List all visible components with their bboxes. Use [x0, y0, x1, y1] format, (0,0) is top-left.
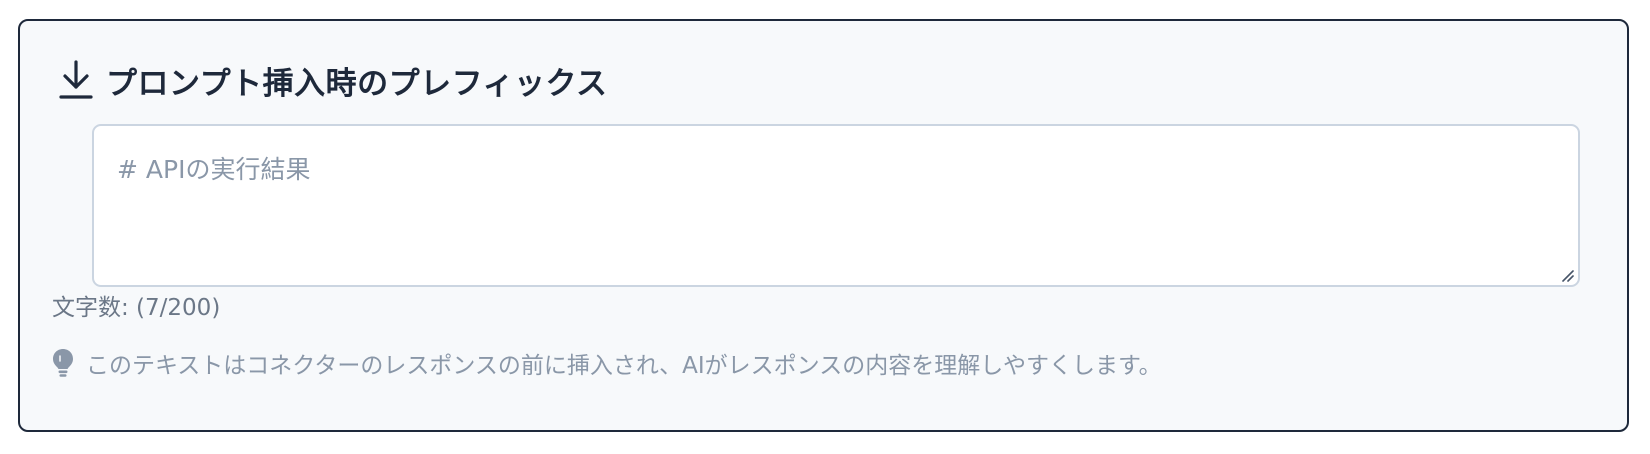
section-header: プロンプト挿入時のプレフィックス	[58, 59, 608, 102]
prefix-textarea-container	[92, 124, 1580, 287]
hint-row: このテキストはコネクターのレスポンスの前に挿入され、AIがレスポンスの内容を理解…	[52, 346, 1162, 380]
prefix-textarea[interactable]	[94, 126, 1578, 285]
lightbulb-icon	[52, 348, 74, 378]
download-arrow-icon	[58, 59, 94, 101]
hint-text: このテキストはコネクターのレスポンスの前に挿入され、AIがレスポンスの内容を理解…	[86, 353, 1162, 379]
prefix-settings-card: プロンプト挿入時のプレフィックス 文字数: (7/200) このテキストはコネク…	[18, 19, 1629, 432]
resize-handle-icon[interactable]	[1560, 267, 1574, 282]
char-count: 文字数: (7/200)	[52, 295, 221, 321]
section-title: プロンプト挿入時のプレフィックス	[106, 65, 608, 102]
